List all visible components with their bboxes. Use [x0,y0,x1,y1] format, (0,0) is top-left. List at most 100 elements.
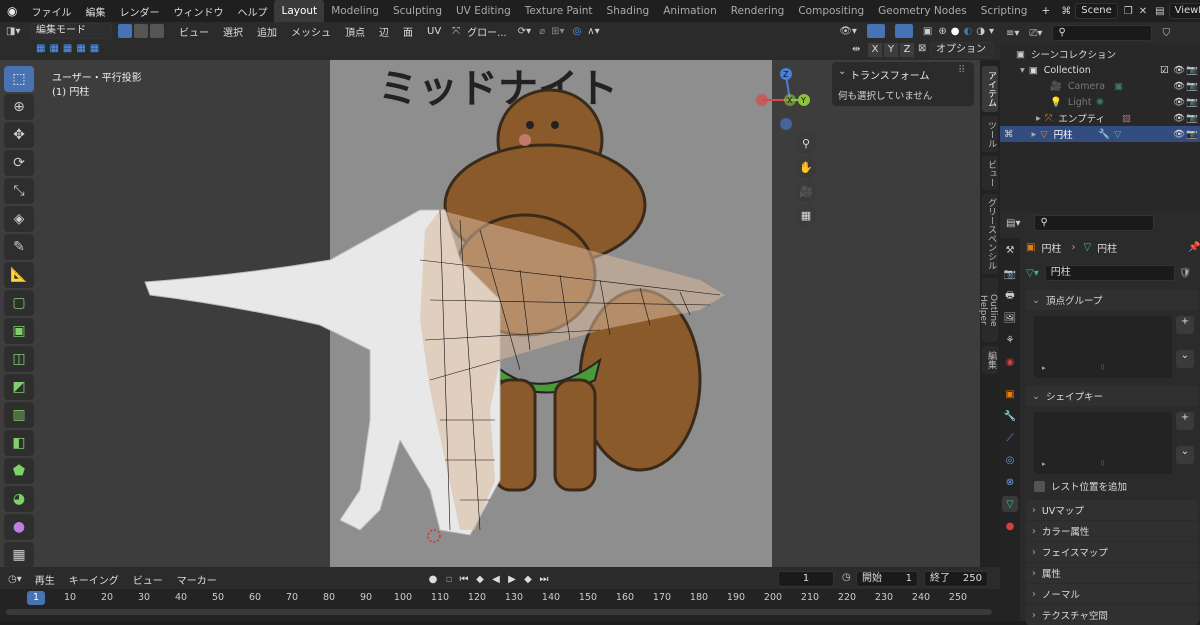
camera-visibility-icon[interactable]: 👁 [1173,81,1185,92]
tab-scripting[interactable]: Scripting [974,0,1035,22]
add-cube-tool[interactable]: ▢ [4,290,34,316]
start-frame-field[interactable]: 開始 1 [856,571,918,587]
blender-logo-icon[interactable]: ◉ [0,4,24,18]
outliner-item-cylinder[interactable]: ⌘ ▸ ▽ 円柱 🔧 ▽ 👁 📷 [1000,126,1200,142]
vertex-groups-list-grip-icon[interactable]: ⠿ [1100,364,1105,372]
tab-item[interactable]: アイテム [982,66,998,112]
shape-key-menu-button[interactable]: ⌄ [1176,446,1194,464]
selection-mode-icons[interactable]: ▦▦▦▦▦ [36,43,103,54]
pivot-icon[interactable]: ⟳▾ [518,26,531,37]
shading-solid-icon[interactable]: ● [951,26,960,37]
constraints-tab-icon[interactable]: ⊗ [1002,474,1018,490]
menu-mesh[interactable]: メッシュ [284,24,338,39]
jump-start-icon[interactable]: ⏮ [456,574,472,585]
collection-checkbox[interactable]: ☑ [1160,65,1169,76]
mesh-data-name-field[interactable]: 円柱 [1044,265,1175,281]
view-layer-tab-icon[interactable]: 🖼 [1002,310,1018,326]
select-face-icon[interactable] [150,24,164,38]
shape-keys-list-grip-icon[interactable]: ⠿ [1100,460,1105,468]
outliner-filter-icon[interactable]: ⛉ [1162,28,1170,39]
tab-modeling[interactable]: Modeling [324,0,386,22]
vertex-groups-list-expand-icon[interactable]: ▸ [1042,364,1046,372]
axis-x-toggle[interactable]: X [868,43,882,57]
menu-view[interactable]: ビュー [172,24,216,39]
tab-layout[interactable]: Layout [274,0,325,22]
timeline-ruler[interactable]: 1 10 20 30 40 50 60 70 80 90 100 110 120… [0,589,1000,621]
current-frame-field[interactable]: 1 [778,571,834,587]
select-edge-icon[interactable] [134,24,148,38]
camera-view-icon[interactable]: 🎥 [795,180,817,202]
annotate-tool[interactable]: ✎ [4,234,34,260]
transform-panel-grip-icon[interactable]: ⠿ [958,65,965,76]
cylinder-modifier-icon[interactable]: 🔧 [1098,129,1110,140]
mirror-icon[interactable]: ⇹ [852,44,860,55]
cylinder-mode-icon[interactable]: ⌘ [1004,129,1014,140]
options-dropdown[interactable]: オプション [930,42,994,58]
mode-selector[interactable]: 編集モード [30,23,112,39]
select-vertex-icon[interactable] [118,24,132,38]
extrude-tool[interactable]: ▣ [4,318,34,344]
vertex-group-menu-button[interactable]: ⌄ [1176,350,1194,368]
particles-tab-icon[interactable]: ⟋ [1002,430,1018,446]
move-tool[interactable]: ✥ [4,122,34,148]
measure-tool[interactable]: 📐 [4,262,34,288]
menu-face[interactable]: 面 [396,24,420,39]
menu-edge[interactable]: 辺 [372,24,396,39]
timeline-editor-icon[interactable]: ◷▾ [8,574,22,585]
tab-compositing[interactable]: Compositing [791,0,871,22]
mesh-object[interactable] [0,60,980,567]
tab-animation[interactable]: Animation [656,0,724,22]
normals-panel-header[interactable]: › ノーマル [1026,584,1198,604]
menu-window[interactable]: ウィンドウ [166,4,230,19]
auto-key-options-icon[interactable]: ▫ [442,574,456,585]
navigation-gizmo[interactable]: Z Y X [752,66,816,130]
outliner-item-camera[interactable]: 🎥 Camera ▣ 👁 📷 [1000,78,1200,94]
data-tab-icon[interactable]: ▽ [1002,496,1018,512]
properties-editor-icon[interactable]: ▤▾ [1006,218,1020,229]
rest-position-row[interactable]: レスト位置を追加 [1034,478,1194,494]
jump-end-icon[interactable]: ⏭ [536,574,552,585]
collection-expand-icon[interactable]: ▾ [1020,65,1025,76]
empty-visibility-icon[interactable]: 👁 [1173,113,1185,124]
viewlayer-selector[interactable]: ViewLayer [1168,3,1200,19]
scene-copy-icon[interactable]: ❐ [1124,6,1133,17]
shape-key-add-button[interactable]: + [1176,412,1194,430]
outliner-display-mode-icon[interactable]: ⎚▾ [1029,28,1042,39]
bevel-tool[interactable]: ◩ [4,374,34,400]
face-maps-panel-header[interactable]: › フェイスマップ [1026,542,1198,562]
editor-type-icon[interactable]: ◨▾ [6,26,30,37]
menu-help[interactable]: ヘルプ [230,4,274,19]
jump-keyframe-back-icon[interactable]: ◆ [472,574,488,585]
preview-range-icon[interactable]: ◷ [842,572,851,583]
falloff-icon[interactable]: ∧▾ [587,26,599,37]
pin-icon[interactable]: 📌 [1188,242,1200,253]
menu-edit[interactable]: 編集 [78,4,112,19]
outliner-search-input[interactable]: ⚲ [1052,25,1153,41]
menu-keying[interactable]: キーイング [62,572,126,587]
tab-geometry-nodes[interactable]: Geometry Nodes [871,0,974,22]
rotate-tool[interactable]: ⟳ [4,150,34,176]
tab-uv-editing[interactable]: UV Editing [449,0,518,22]
shape-keys-panel-header[interactable]: ⌄ シェイプキー [1026,386,1198,406]
material-tab-icon[interactable]: ● [1002,518,1018,534]
gizmo-visibility-icon[interactable]: 👁▾ [839,26,857,37]
camera-data-icon[interactable]: ▣ [1114,81,1123,92]
tab-shading[interactable]: Shading [600,0,657,22]
cylinder-visibility-icon[interactable]: 👁 [1173,129,1185,140]
empty-image-icon[interactable]: ▨ [1122,113,1131,124]
pan-hand-icon[interactable]: ✋ [795,156,817,178]
scene-delete-icon[interactable]: ✕ [1139,6,1147,17]
shading-rendered-icon[interactable]: ◑ [976,26,985,37]
snap-target-icon[interactable]: ⊞▾ [551,26,564,37]
timeline-scrollbar[interactable] [6,609,992,615]
menu-render[interactable]: レンダー [112,4,166,19]
outliner-item-light[interactable]: 💡 Light ✺ 👁 📷 [1000,94,1200,110]
vertex-groups-panel-header[interactable]: ⌄ 頂点グループ [1026,290,1198,310]
light-data-icon[interactable]: ✺ [1096,97,1104,108]
ortho-grid-icon[interactable]: ▦ [795,204,817,226]
output-tab-icon[interactable]: 🖶 [1002,288,1018,304]
3d-cursor[interactable] [427,529,441,543]
mesh-data-browse-icon[interactable]: ▽▾ [1026,268,1039,279]
select-box-tool[interactable]: ⬚ [4,66,34,92]
snap-icon[interactable]: ⌀ [539,26,545,37]
